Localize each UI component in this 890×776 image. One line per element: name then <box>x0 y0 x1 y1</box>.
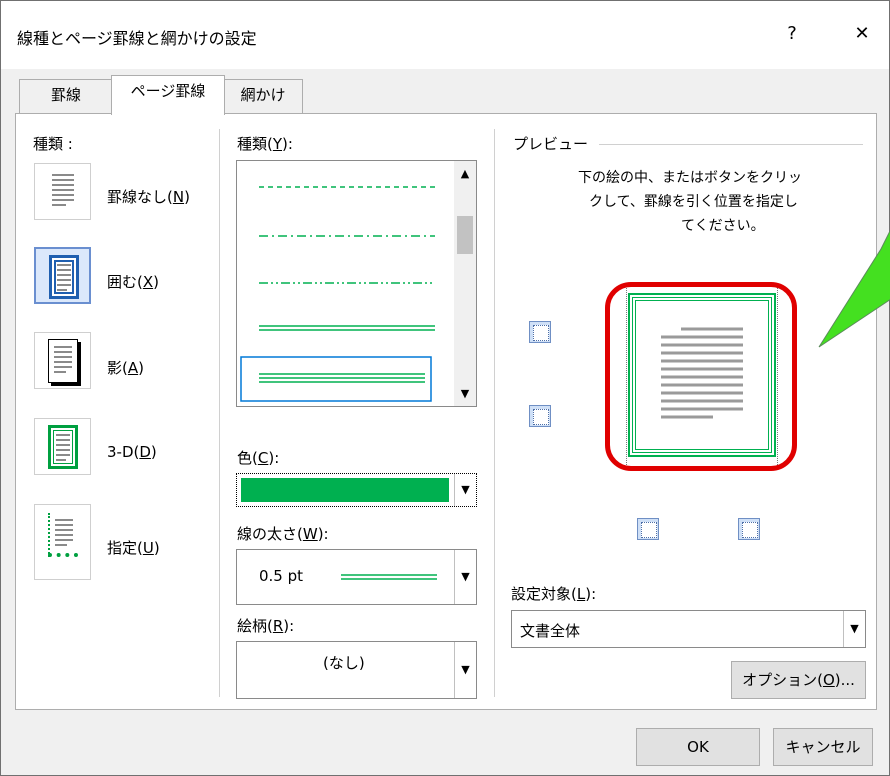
color-label: 色(C): <box>237 449 280 467</box>
right-border-button[interactable] <box>738 518 760 540</box>
width-preview-line <box>341 574 437 580</box>
setting-3d-label[interactable]: 3-D(D) <box>107 443 157 461</box>
color-swatch <box>241 478 449 502</box>
width-label: 線の太さ(W): <box>237 525 329 543</box>
apply-to-label: 設定対象(L): <box>511 585 597 603</box>
setting-box-icon[interactable] <box>34 247 91 304</box>
setting-none-label[interactable]: 罫線なし(N) <box>107 186 190 207</box>
help-button[interactable]: ? <box>777 19 807 49</box>
scroll-up-icon[interactable]: ▲ <box>454 167 476 180</box>
close-button[interactable]: ✕ <box>847 19 877 49</box>
art-dropdown[interactable]: (なし) ▼ <box>236 641 477 699</box>
art-label: 絵柄(R): <box>237 617 295 635</box>
highlight-rectangle <box>605 282 797 471</box>
left-border-button[interactable] <box>637 518 659 540</box>
setting-heading: 種類 : <box>33 135 73 153</box>
cancel-button[interactable]: キャンセル <box>773 728 873 766</box>
setting-none-icon[interactable] <box>34 163 91 220</box>
color-dropdown[interactable]: ▼ <box>236 473 477 507</box>
preview-instruction-line-3: てください。 <box>681 218 765 234</box>
art-value: (なし) <box>323 654 365 672</box>
apply-to-chevron-icon[interactable]: ▼ <box>843 611 865 647</box>
preview-instruction-line-2: クして、罫線を引く位置を指定し <box>589 194 798 210</box>
line-style-options <box>240 186 435 402</box>
width-value: 0.5 pt <box>259 567 304 585</box>
ok-button[interactable]: OK <box>636 728 760 766</box>
scroll-down-icon[interactable]: ▼ <box>454 387 476 400</box>
apply-to-value: 文書全体 <box>520 622 581 640</box>
style-label: 種類(Y): <box>237 135 293 153</box>
options-button[interactable]: オプション(O)... <box>731 661 866 699</box>
art-dropdown-chevron-icon[interactable]: ▼ <box>454 642 476 698</box>
setting-custom-icon[interactable] <box>34 504 91 580</box>
preview-instruction-line-1: 下の絵の中、またはボタンをクリッ <box>578 170 802 186</box>
divider <box>219 129 220 697</box>
divider <box>494 129 495 697</box>
dialog-title: 線種とページ罫線と網かけの設定 <box>17 29 257 48</box>
callout-arrow-icon <box>818 229 890 348</box>
preview-heading: プレビュー <box>513 135 589 153</box>
setting-shadow-label[interactable]: 影(A) <box>107 357 144 378</box>
scroll-thumb[interactable] <box>457 216 473 254</box>
borders-and-shading-dialog: 線種とページ罫線と網かけの設定 ? ✕ 罫線 ページ罫線 網かけ 種類 : 罫線… <box>0 0 890 776</box>
line-style-selection <box>240 356 432 402</box>
tab-borders[interactable]: 罫線 <box>19 79 113 113</box>
preview-heading-rule <box>599 144 863 145</box>
color-dropdown-chevron-icon[interactable]: ▼ <box>454 474 476 506</box>
top-border-button[interactable] <box>529 321 551 343</box>
setting-shadow-icon[interactable] <box>34 332 91 389</box>
width-dropdown-chevron-icon[interactable]: ▼ <box>454 550 476 604</box>
setting-3d-icon[interactable] <box>34 418 91 475</box>
bottom-border-button[interactable] <box>529 405 551 427</box>
tab-page-border[interactable]: ページ罫線 <box>111 75 225 115</box>
width-dropdown[interactable]: 0.5 pt ▼ <box>236 549 477 605</box>
line-style-scrollbar[interactable]: ▲ ▼ <box>454 161 476 406</box>
apply-to-dropdown[interactable]: 文書全体 ▼ <box>511 610 866 648</box>
setting-box-label[interactable]: 囲む(X) <box>107 271 159 292</box>
line-style-list[interactable]: ▲ ▼ <box>236 160 477 407</box>
tab-shading[interactable]: 網かけ <box>223 79 303 113</box>
setting-custom-label[interactable]: 指定(U) <box>107 537 160 558</box>
title-bar: 線種とページ罫線と網かけの設定 ? ✕ <box>1 1 889 69</box>
